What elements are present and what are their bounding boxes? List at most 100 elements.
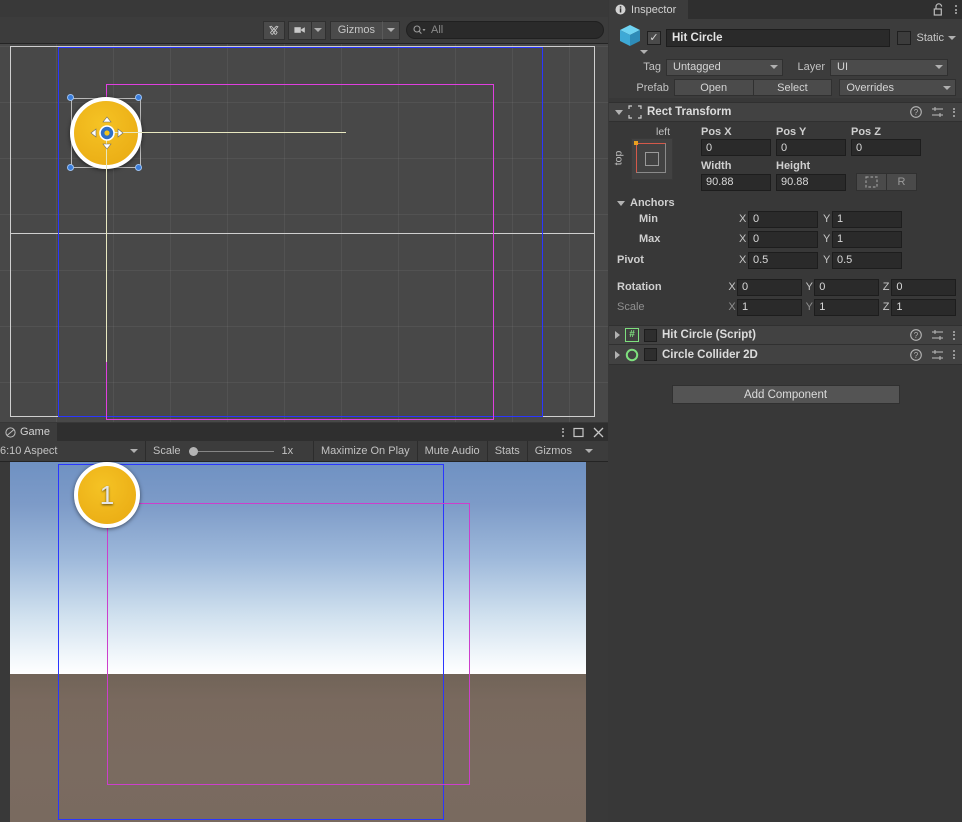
pos-y-field[interactable]: 0 [776, 139, 846, 156]
anchor-preset-side-label: top [612, 150, 625, 166]
kebab-menu-icon[interactable] [953, 350, 955, 359]
anchor-max-y-field[interactable]: 1 [832, 230, 902, 248]
width-field[interactable]: 90.88 [701, 173, 771, 191]
scale-slider-thumb[interactable] [188, 447, 198, 456]
component-header-circle-collider-2d[interactable]: Circle Collider 2D ? [609, 345, 962, 365]
add-component-wrap: Add Component [609, 365, 962, 404]
gameobject-name-field[interactable]: Hit Circle [666, 29, 891, 47]
game-gizmos-button[interactable]: Gizmos [527, 441, 580, 461]
height-field[interactable]: 90.88 [776, 173, 846, 191]
tab-game[interactable]: Game [0, 423, 57, 441]
hit-circle-object[interactable] [67, 94, 346, 362]
anchor-preset-side-label-wrap: top [612, 138, 631, 180]
foldout-arrow-icon[interactable] [615, 109, 623, 115]
prefab-open-button[interactable]: Open [673, 79, 754, 96]
move-gizmo-arm-y[interactable] [106, 132, 107, 362]
anchors-section: Anchors Min X 0 Y 1 Max X 0 Y 1 Pivot X … [609, 191, 962, 317]
anchors-foldout-row[interactable]: Anchors [617, 197, 956, 209]
gameobject-active-checkbox[interactable]: ✓ [647, 31, 661, 45]
stats-button[interactable]: Stats [487, 441, 528, 461]
rect-transform-header[interactable]: Rect Transform ? [609, 102, 962, 122]
anchor-min-y-field[interactable]: 1 [832, 210, 902, 228]
pos-x-field[interactable]: 0 [701, 139, 771, 156]
move-gizmo-arm-x[interactable] [106, 132, 346, 133]
preset-sliders-icon[interactable] [931, 106, 944, 118]
foldout-arrow-icon[interactable] [617, 200, 625, 206]
scale-y-field[interactable]: 1 [814, 298, 879, 316]
tab-inspector[interactable]: Inspector [609, 0, 689, 19]
preset-sliders-icon[interactable] [931, 349, 944, 361]
foldout-arrow-icon[interactable] [615, 350, 620, 359]
scale-slider[interactable] [188, 445, 274, 457]
add-component-button[interactable]: Add Component [671, 385, 900, 404]
kebab-menu-icon[interactable] [953, 107, 955, 117]
help-icon[interactable]: ? [910, 329, 922, 341]
component-header-hit-circle-script[interactable]: # Hit Circle (Script) ? [609, 325, 962, 345]
kebab-menu-icon[interactable] [955, 5, 957, 14]
pivot-x-field[interactable]: 0.5 [748, 251, 818, 269]
rotation-z-axis: Z [882, 281, 890, 293]
gizmos-dropdown-button[interactable] [382, 20, 400, 40]
prefab-overrides-label: Overrides [846, 81, 895, 94]
help-icon[interactable]: ? [910, 348, 922, 361]
tag-label: Tag [643, 61, 661, 73]
pivot-y-field[interactable]: 0.5 [832, 251, 902, 269]
move-tool-gizmo-icon[interactable] [90, 116, 124, 150]
resize-handle-bottom-right[interactable] [135, 164, 142, 171]
raw-mode-button[interactable]: R [886, 173, 917, 191]
preset-sliders-icon[interactable] [931, 329, 944, 341]
rotation-z-field[interactable]: 0 [891, 278, 956, 296]
scene-search-placeholder: All [431, 24, 444, 36]
cube-prefab-icon[interactable] [617, 23, 648, 54]
aspect-ratio-dropdown[interactable]: 6:10 Aspect [0, 441, 146, 461]
scene-viewport[interactable] [0, 44, 608, 422]
scene-search-input[interactable]: All [406, 21, 604, 39]
close-icon[interactable] [593, 427, 604, 438]
anchor-max-x-field[interactable]: 0 [748, 230, 818, 248]
scale-x-field[interactable]: 1 [737, 298, 802, 316]
chevron-down-icon [935, 65, 943, 69]
component-enabled-checkbox[interactable] [644, 328, 657, 342]
rotation-y-axis: Y [805, 281, 813, 293]
prefab-select-button[interactable]: Select [752, 79, 833, 96]
resize-handle-top-right[interactable] [135, 94, 142, 101]
component-enabled-checkbox[interactable] [644, 348, 657, 361]
rotation-x-field[interactable]: 0 [737, 278, 802, 296]
anchor-max-y-value: 1 [837, 233, 844, 245]
scale-z-field[interactable]: 1 [891, 298, 956, 316]
lock-open-icon[interactable] [933, 3, 944, 16]
anchor-max-label: Max [639, 233, 661, 245]
hit-circle-number: 1 [99, 479, 115, 510]
kebab-menu-icon[interactable] [953, 330, 955, 340]
game-gizmo-line-right [469, 503, 470, 785]
kebab-menu-icon[interactable] [562, 427, 564, 437]
hit-circle-game-object[interactable]: 1 [74, 462, 140, 528]
gizmos-toggle-button[interactable]: Gizmos [329, 20, 382, 40]
tools-icon[interactable] [262, 20, 285, 40]
chevron-down-icon[interactable] [640, 50, 648, 54]
rotation-y-field[interactable]: 0 [814, 278, 879, 296]
tag-dropdown[interactable]: Untagged [666, 58, 783, 76]
game-viewport[interactable]: 1 [0, 462, 608, 822]
maximize-on-play-button[interactable]: Maximize On Play [314, 441, 418, 461]
help-icon[interactable]: ? [910, 106, 922, 118]
maximize-icon[interactable] [573, 427, 584, 438]
prefab-overrides-dropdown[interactable]: Overrides [839, 79, 956, 96]
scene-camera-dropdown[interactable] [310, 20, 326, 40]
pos-z-field[interactable]: 0 [851, 139, 921, 156]
foldout-arrow-icon[interactable] [615, 331, 620, 339]
pos-header-row: Pos X Pos Y Pos Z [701, 126, 956, 138]
resize-handle-bottom-left[interactable] [67, 164, 74, 171]
anchor-min-x-field[interactable]: 0 [748, 210, 818, 228]
layer-value: UI [837, 61, 848, 73]
game-gizmos-dropdown[interactable] [579, 441, 600, 461]
anchor-preset-button[interactable] [631, 138, 673, 180]
layer-dropdown[interactable]: UI [830, 58, 948, 76]
static-dropdown-icon[interactable] [948, 36, 956, 40]
static-checkbox[interactable] [897, 31, 912, 45]
scale-slider-group[interactable]: Scale 1x [146, 441, 314, 461]
blueprint-mode-button[interactable] [856, 173, 887, 191]
resize-handle-top-left[interactable] [67, 94, 74, 101]
scene-camera-button[interactable] [287, 20, 312, 40]
mute-audio-button[interactable]: Mute Audio [417, 441, 488, 461]
